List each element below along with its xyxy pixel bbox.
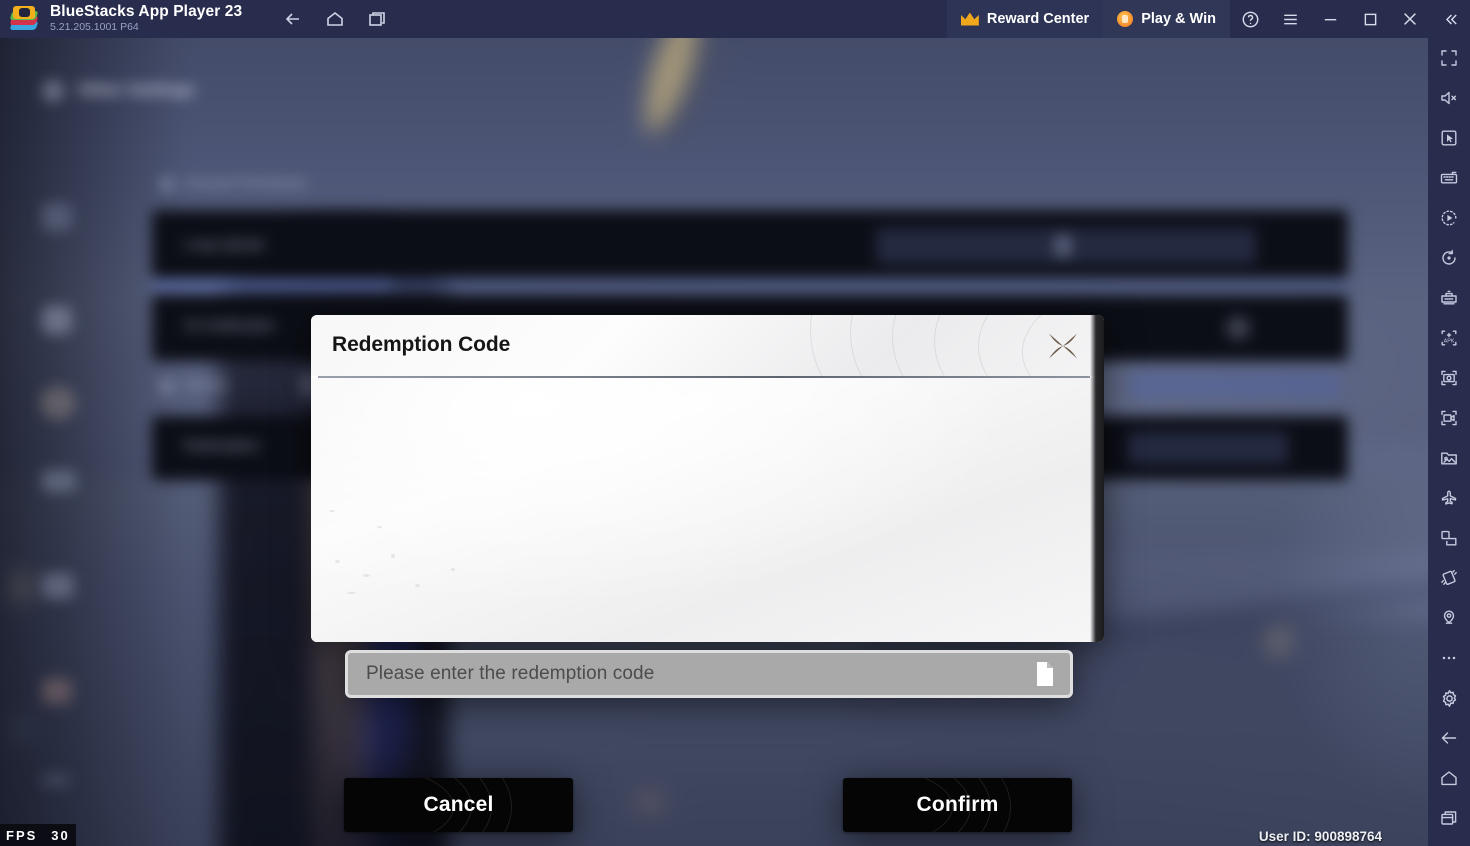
app-version: 5.21.205.1001 P64 <box>50 21 139 34</box>
game-menu-header: Other Settings <box>78 80 196 99</box>
hamburger-menu-button[interactable] <box>1270 0 1310 38</box>
titlebar-back-button[interactable] <box>276 4 310 34</box>
dialog-title: Redemption Code <box>332 333 511 356</box>
rotate-icon[interactable] <box>1428 238 1470 278</box>
cancel-button[interactable]: Cancel <box>344 778 573 832</box>
paste-icon[interactable] <box>1034 661 1056 687</box>
redemption-code-dialog: Redemption Code Please enter the redempt… <box>311 315 1104 832</box>
confirm-button-label: Confirm <box>916 793 999 816</box>
app-title: BlueStacks App Player 23 <box>50 3 243 21</box>
redemption-code-placeholder: Please enter the redemption code <box>366 663 655 684</box>
fps-indicator: FPS 30 <box>0 824 76 846</box>
shake-icon[interactable] <box>1428 558 1470 598</box>
play-and-win-label: Play & Win <box>1141 11 1216 27</box>
bluestacks-logo-icon <box>9 5 39 33</box>
dialog-edge-trim <box>1090 315 1104 642</box>
more-icon[interactable] <box>1428 638 1470 678</box>
bluestacks-sidebar: APK <box>1428 38 1470 846</box>
dialog-body <box>311 378 1100 642</box>
cancel-button-label: Cancel <box>423 793 494 816</box>
maximize-button[interactable] <box>1350 0 1390 38</box>
location-icon[interactable] <box>1428 598 1470 638</box>
reward-center-button[interactable]: Reward Center <box>946 0 1104 38</box>
game-menu-row-2: On Notification <box>184 317 276 333</box>
fps-label: FPS <box>6 827 38 843</box>
play-win-icon <box>1117 11 1134 27</box>
apk-install-icon[interactable]: APK <box>1428 318 1470 358</box>
titlebar-recents-button[interactable] <box>360 4 394 34</box>
dialog-close-icon[interactable] <box>1044 327 1082 365</box>
collapse-sidebar-button[interactable] <box>1430 0 1470 38</box>
multi-instance-icon[interactable] <box>1428 278 1470 318</box>
crown-icon <box>961 13 979 26</box>
android-nav-buttons <box>276 4 394 34</box>
close-button[interactable] <box>1390 0 1430 38</box>
mute-icon[interactable] <box>1428 78 1470 118</box>
titlebar-right-group: Reward Center Play & Win <box>946 0 1470 38</box>
game-menu-section-2: Activity <box>184 376 229 392</box>
record-icon[interactable] <box>1428 398 1470 438</box>
fullscreen-icon[interactable] <box>1428 38 1470 78</box>
eco-mode-icon[interactable] <box>1428 478 1470 518</box>
recents-icon[interactable] <box>1428 798 1470 838</box>
play-and-win-button[interactable]: Play & Win <box>1103 0 1230 38</box>
minimize-button[interactable] <box>1310 0 1350 38</box>
fps-value: 30 <box>51 827 70 843</box>
android-viewport[interactable]: Other Settings Account Permission Long U… <box>0 38 1428 846</box>
user-id-label: User ID: 900898764 <box>1258 829 1382 844</box>
game-menu-section-1: Account Permission <box>184 174 308 190</box>
game-menu-row-1: Long Upload <box>184 236 264 252</box>
svg-text:APK: APK <box>1444 339 1455 345</box>
titlebar-home-button[interactable] <box>318 4 352 34</box>
keyboard-icon[interactable] <box>1428 158 1470 198</box>
macro-icon[interactable] <box>1428 198 1470 238</box>
title-block: BlueStacks App Player 23 5.21.205.1001 P… <box>50 4 242 33</box>
screenshot-icon[interactable] <box>1428 358 1470 398</box>
media-manager-icon[interactable] <box>1428 438 1470 478</box>
help-button[interactable] <box>1230 0 1270 38</box>
confirm-button[interactable]: Confirm <box>843 778 1072 832</box>
window-titlebar: BlueStacks App Player 23 5.21.205.1001 P… <box>0 0 1470 38</box>
reward-center-label: Reward Center <box>986 11 1090 27</box>
resize-icon[interactable] <box>1428 518 1470 558</box>
back-icon[interactable] <box>1428 718 1470 758</box>
home-icon[interactable] <box>1428 758 1470 798</box>
game-menu-row-3: Redemption <box>184 437 260 453</box>
cursor-icon[interactable] <box>1428 118 1470 158</box>
settings-icon[interactable] <box>1428 678 1470 718</box>
redemption-code-input[interactable]: Please enter the redemption code <box>345 650 1073 698</box>
